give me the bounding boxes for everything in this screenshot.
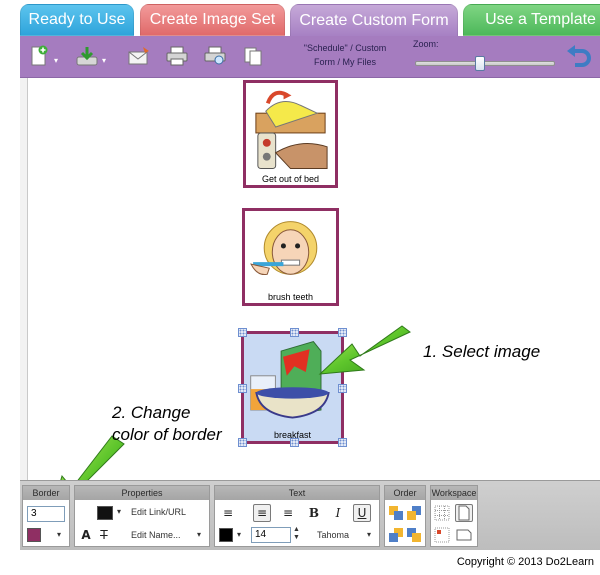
font-name-select[interactable]: Tahoma xyxy=(317,530,349,540)
border-group: Border 3 ▾ xyxy=(22,485,70,547)
chevron-down-icon[interactable]: ▾ xyxy=(197,530,201,539)
bold-icon[interactable]: B xyxy=(305,504,323,522)
group-title: Order xyxy=(385,486,425,500)
fill-color-swatch[interactable] xyxy=(97,506,113,520)
border-color-swatch[interactable] xyxy=(27,528,41,542)
group-title: Border xyxy=(23,486,69,500)
resize-handle[interactable] xyxy=(338,328,347,337)
font-size-field[interactable]: 14 xyxy=(251,527,291,543)
align-center-icon[interactable]: ≡ xyxy=(253,504,271,522)
landscape-button[interactable] xyxy=(455,526,473,544)
text-group: Text ≡ ≡ ≡ B I U ▾ 14 ▲ ▼ Tahoma ▾ xyxy=(214,485,380,547)
chevron-down-icon[interactable]: ▾ xyxy=(54,57,62,65)
tab-ready-to-use[interactable]: Ready to Use xyxy=(20,4,134,36)
tab-bar: Ready to Use Create Image Set Create Cus… xyxy=(20,4,600,38)
chevron-down-icon[interactable]: ▾ xyxy=(117,507,121,516)
bring-forward-icon xyxy=(389,506,403,520)
breakfast-picture xyxy=(250,341,330,419)
canvas-margin xyxy=(20,78,28,480)
copy-icon xyxy=(244,47,262,66)
resize-handle[interactable] xyxy=(290,328,299,337)
breadcrumb[interactable]: "Schedule" / Custom Form / My Files xyxy=(290,41,400,69)
print-preview-button[interactable] xyxy=(202,44,228,68)
underline-icon[interactable]: U xyxy=(353,504,371,522)
annotation-step-2: 2. Change xyxy=(112,403,191,422)
chevron-down-icon[interactable]: ▾ xyxy=(102,57,110,65)
grid-icon xyxy=(434,505,450,521)
resize-handle[interactable] xyxy=(290,438,299,447)
resize-handle[interactable] xyxy=(338,438,347,447)
copy-button[interactable] xyxy=(240,44,266,68)
snap-icon xyxy=(434,527,450,543)
breadcrumb-line: "Schedule" / Custom xyxy=(303,43,387,53)
get-out-of-bed-picture xyxy=(255,90,328,170)
strikethrough-icon[interactable]: T̶ xyxy=(95,526,113,544)
properties-group: Properties ▾ Edit Link/URL A T̶ Edit Nam… xyxy=(74,485,210,547)
chevron-down-icon[interactable]: ▾ xyxy=(57,530,61,539)
copyright-text: Copyright © 2013 Do2Learn xyxy=(456,556,594,568)
send-to-back-icon xyxy=(407,528,421,542)
italic-icon[interactable]: I xyxy=(329,504,347,522)
download-button[interactable] xyxy=(74,44,100,68)
send-backward-icon xyxy=(389,528,403,542)
workspace-group: Workspace xyxy=(430,485,478,547)
edit-name-button[interactable]: Edit Name... xyxy=(131,530,181,540)
chevron-down-icon[interactable]: ▾ xyxy=(237,530,241,539)
new-page-icon xyxy=(31,45,48,66)
email-button[interactable] xyxy=(126,44,152,68)
resize-handle[interactable] xyxy=(238,384,247,393)
zoom-label: Zoom: xyxy=(413,39,439,49)
group-title: Workspace xyxy=(431,486,477,500)
group-title: Properties xyxy=(75,486,209,500)
resize-handle[interactable] xyxy=(238,328,247,337)
page-icon xyxy=(458,505,470,521)
bring-forward-button[interactable] xyxy=(387,504,405,522)
tab-use-a-template[interactable]: Use a Template xyxy=(463,4,600,36)
resize-handle[interactable] xyxy=(238,438,247,447)
align-left-icon[interactable]: ≡ xyxy=(219,504,237,522)
send-backward-button[interactable] xyxy=(387,526,405,544)
annotation-step-1: 1. Select image xyxy=(423,342,541,361)
undo-button[interactable] xyxy=(565,44,593,70)
print-preview-icon xyxy=(204,46,226,65)
group-title: Text xyxy=(215,486,379,500)
edit-link-button[interactable]: Edit Link/URL xyxy=(131,507,186,517)
annotation-step-2: color of border xyxy=(112,425,222,444)
resize-handle[interactable] xyxy=(338,384,347,393)
grid-toggle-button[interactable] xyxy=(433,504,451,522)
print-icon xyxy=(166,46,188,66)
page-view-button[interactable] xyxy=(455,504,473,522)
email-icon xyxy=(128,47,149,65)
download-icon xyxy=(76,47,98,66)
breadcrumb-line: Form / My Files xyxy=(314,57,376,67)
border-width-field[interactable]: 3 xyxy=(27,506,65,522)
image-card-breakfast[interactable]: breakfast xyxy=(238,328,347,447)
image-card-brush-teeth[interactable]: brush teeth xyxy=(242,208,339,306)
undo-icon xyxy=(567,45,591,67)
card-caption: brush teeth xyxy=(267,292,314,302)
tab-create-image-set[interactable]: Create Image Set xyxy=(140,4,285,36)
order-group: Order xyxy=(384,485,426,547)
zoom-slider-thumb[interactable] xyxy=(474,56,485,71)
text-color-swatch[interactable] xyxy=(219,528,233,542)
align-right-icon[interactable]: ≡ xyxy=(279,504,297,522)
tab-create-custom-form[interactable]: Create Custom Form xyxy=(290,4,458,38)
landscape-page-icon xyxy=(456,529,472,541)
snap-toggle-button[interactable] xyxy=(433,526,451,544)
print-button[interactable] xyxy=(164,44,190,68)
send-to-back-button[interactable] xyxy=(405,526,423,544)
bring-to-front-button[interactable] xyxy=(405,504,423,522)
text-size-icon[interactable]: A xyxy=(77,526,95,544)
chevron-down-icon[interactable]: ▾ xyxy=(367,530,371,539)
card-caption: Get out of bed xyxy=(261,174,320,184)
brush-teeth-picture xyxy=(250,221,318,276)
font-size-stepper[interactable]: ▲ ▼ xyxy=(293,526,300,542)
new-page-button[interactable] xyxy=(26,44,52,68)
zoom-slider[interactable] xyxy=(415,56,555,71)
bring-to-front-icon xyxy=(407,506,421,520)
properties-bar: Border 3 ▾ Properties ▾ Edit Link/URL A … xyxy=(20,480,600,550)
form-canvas[interactable]: Get out of bed brush teeth breakfast xyxy=(20,78,600,480)
main-toolbar: ▾ ▾ "Schedule" / Custom Form / My Files … xyxy=(20,36,600,78)
image-card-get-out-of-bed[interactable]: Get out of bed xyxy=(243,80,338,188)
